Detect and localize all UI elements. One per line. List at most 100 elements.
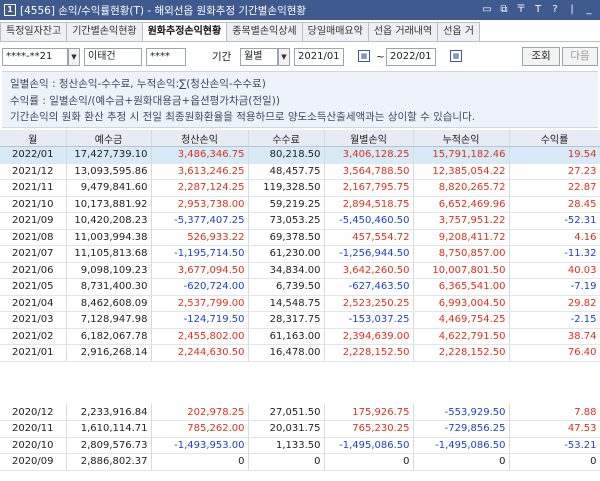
table-cell: 2020/09: [0, 453, 67, 471]
table-cell: 1,133.50: [248, 437, 325, 454]
tab-futures-options-more[interactable]: 선옵 거: [437, 22, 480, 41]
table-cell: 2,537,799.00: [151, 295, 249, 312]
table-cell: 2021/07: [0, 245, 67, 263]
restore-icon[interactable]: ▭: [480, 2, 494, 17]
col-commission[interactable]: 수수료: [248, 130, 325, 147]
table-cell: 8,750,857.00: [413, 245, 510, 263]
table-cell: 526,933.22: [151, 229, 249, 246]
cascade-icon[interactable]: ⧉: [497, 2, 511, 17]
table-cell: 1,610,114.71: [66, 420, 152, 438]
text-size-icon[interactable]: T: [531, 2, 545, 17]
table-cell: 3,613,246.25: [151, 163, 249, 180]
table-cell: 76.40: [509, 344, 600, 362]
tab-daily-trade-summary[interactable]: 당일매매요약: [301, 22, 369, 41]
table-cell: 4.16: [509, 229, 600, 246]
tab-pnl-by-instrument[interactable]: 종목별손익상세: [226, 22, 303, 41]
table-cell: -5,450,460.50: [324, 212, 414, 230]
table-row[interactable]: 2021/06 9,098,109.23 3,677,094.50 34,834.00…: [0, 262, 600, 279]
table-row[interactable]: 2021/10 10,173,881.92 2,953,738.00 59,219.2…: [0, 196, 600, 213]
table-cell: 16,478.00: [248, 344, 325, 362]
col-return-rate[interactable]: 수익률: [509, 130, 600, 147]
table-row[interactable]: 2020/10 2,809,576.73 -1,493,953.00 1,133.50…: [0, 437, 600, 454]
table-cell: 2021/06: [0, 262, 67, 279]
table-cell: 47.53: [509, 420, 600, 438]
table-row[interactable]: 2020/11 1,610,114.71 785,262.00 20,031.75 76…: [0, 420, 600, 438]
table-row[interactable]: 2021/09 10,420,208.23 -5,377,407.25 73,053.…: [0, 212, 600, 230]
table-cell: -1,256,944.50: [324, 245, 414, 263]
table-cell: 3,757,951.22: [413, 212, 510, 230]
minimize-icon[interactable]: _: [582, 2, 596, 17]
table-row[interactable]: 2020/12 2,233,916.84 202,978.25 27,051.50 17…: [0, 404, 600, 421]
table-cell: -620,724.00: [151, 278, 249, 296]
table-cell: 2,167,795.75: [324, 179, 414, 197]
table-row[interactable]: 2021/11 9,479,841.60 2,287,124.25 119,328.5…: [0, 179, 600, 197]
table-row[interactable]: 2021/03 7,128,947.98 -124,719.50 28,317.75-…: [0, 311, 600, 329]
tab-futures-options-history[interactable]: 선옵 거래내역: [367, 22, 439, 41]
table-row[interactable]: 2022/01 17,427,739.10 3,486,346.75 80,218.5…: [0, 146, 600, 164]
col-month[interactable]: 월: [0, 130, 67, 147]
table-row[interactable]: 2021/04 8,462,608.09 2,537,799.00 14,548.75…: [0, 295, 600, 312]
table-cell: 3,642,260.50: [324, 262, 414, 279]
table-cell: 457,554.72: [324, 229, 414, 246]
info-return-definition: 수익률 : 일별손익/(예수금+원화대용금+옵션평가차금(전일)): [10, 94, 280, 107]
account-dropdown-icon[interactable]: ▼: [68, 48, 80, 66]
info-panel: 일별손익 : 청산손익-수수료, 누적손익:∑(청산손익-수수료) 수익률 : …: [2, 71, 598, 128]
tab-krw-estimated-pnl[interactable]: 원화추정손익현황: [141, 22, 228, 41]
table-cell: 0: [509, 453, 600, 471]
table-row[interactable]: 2020/09 2,886,802.37 0 0 0 0 0: [0, 453, 600, 471]
table-row[interactable]: 2021/07 11,105,813.68 -1,195,714.50 61,230.…: [0, 245, 600, 263]
to-date-input[interactable]: 2022/01: [386, 48, 436, 66]
table-cell: 19.54: [509, 146, 600, 164]
table-cell: 6,652,469.96: [413, 196, 510, 213]
password-field[interactable]: ****: [146, 48, 186, 66]
table-cell: 27,051.50: [248, 404, 325, 421]
table-row[interactable]: 2021/08 11,003,994.38 526,933.22 69,378.50 4…: [0, 229, 600, 246]
table-cell: 27.23: [509, 163, 600, 180]
period-unit-dropdown-icon[interactable]: ▼: [278, 48, 290, 66]
table-cell: 2,886,802.37: [66, 453, 152, 471]
table-cell: 2020/11: [0, 420, 67, 438]
tab-period-pnl[interactable]: 기간별손익현황: [66, 22, 143, 41]
table-cell: 3,486,346.75: [151, 146, 249, 164]
table-cell: -729,856.25: [413, 420, 510, 438]
table-row[interactable]: 2021/05 8,731,400.30 -620,724.00 6,739.50 -6…: [0, 278, 600, 296]
table-row[interactable]: 2021/02 6,182,067.78 2,455,802.00 61,163.00…: [0, 328, 600, 345]
help-icon[interactable]: ?: [548, 2, 562, 17]
to-calendar-icon[interactable]: ▦: [450, 50, 462, 62]
table-cell: -153,037.25: [324, 311, 414, 329]
table-cell: 28.45: [509, 196, 600, 213]
table-cell: 3,564,788.50: [324, 163, 414, 180]
col-cumulative-pnl[interactable]: 누적손익: [413, 130, 510, 147]
table-cell: 29.82: [509, 295, 600, 312]
table-cell: 80,218.50: [248, 146, 325, 164]
table-cell: 28,317.75: [248, 311, 325, 329]
table-row[interactable]: 2021/12 13,093,595.86 3,613,246.25 48,457.7…: [0, 163, 600, 180]
table-row[interactable]: 2021/01 2,916,268.14 2,244,630.50 16,478.00…: [0, 344, 600, 362]
table-cell: 2021/10: [0, 196, 67, 213]
from-calendar-icon[interactable]: ▦: [358, 50, 370, 62]
pin-icon[interactable]: 〒: [514, 2, 528, 17]
table-cell: 0: [151, 453, 249, 471]
table-cell: 2020/12: [0, 404, 67, 421]
table-cell: 0: [413, 453, 510, 471]
col-realized-pnl[interactable]: 청산손익: [151, 130, 249, 147]
table-cell: -1,495,086.50: [413, 437, 510, 454]
query-button[interactable]: 조회: [522, 47, 560, 66]
col-deposit[interactable]: 예수금: [66, 130, 152, 147]
table-cell: 10,420,208.23: [66, 212, 152, 230]
period-unit-select[interactable]: 월별: [240, 48, 278, 66]
table-cell: 2,233,916.84: [66, 404, 152, 421]
table-cell: 69,378.50: [248, 229, 325, 246]
next-button[interactable]: 다음: [562, 47, 598, 66]
table-cell: 6,182,067.78: [66, 328, 152, 345]
table-cell: 0: [248, 453, 325, 471]
table-cell: 61,163.00: [248, 328, 325, 345]
tab-specific-date-balance[interactable]: 특정일자잔고: [0, 22, 68, 41]
table-cell: 61,230.00: [248, 245, 325, 263]
app-icon: 1: [4, 4, 16, 16]
col-monthly-pnl[interactable]: 월별손익: [324, 130, 414, 147]
from-date-input[interactable]: 2021/01: [294, 48, 344, 66]
filter-bar: ****-**21 ▼ 이태건 **** 기간 월별 ▼ 2021/01 ▦ ~…: [0, 45, 600, 69]
table-cell: 2,244,630.50: [151, 344, 249, 362]
account-select[interactable]: ****-**21: [2, 48, 68, 66]
